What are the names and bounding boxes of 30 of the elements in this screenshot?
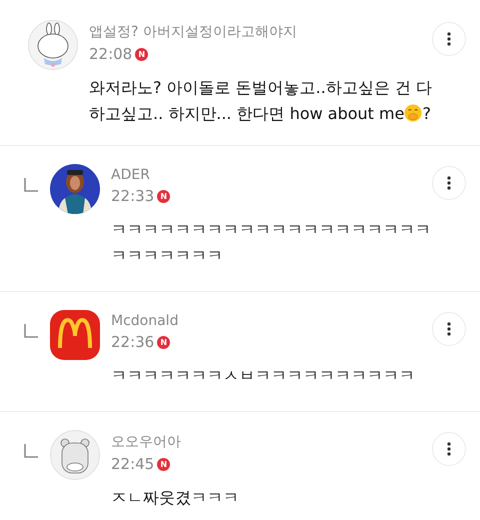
more-options-button[interactable] <box>432 166 466 200</box>
more-icon <box>447 442 451 456</box>
comment-text: ? <box>422 104 431 123</box>
new-badge: N <box>135 48 148 60</box>
comment-time: 22:36 <box>111 333 154 351</box>
comment-text: ㅋㅋㅋㅋㅋㅋㅋㅅㅂㅋㅋㅋㅋㅋㅋㅋㅋㅋㅋ <box>111 366 415 385</box>
comment-text: ㅈㄴ짜웃겼ㅋㅋㅋ <box>111 488 239 507</box>
more-icon <box>447 176 451 190</box>
author-name[interactable]: ADER <box>111 167 150 183</box>
comment-text: 와저라노? 아이돌로 돈벌어놓고..하고싶은 건 다 <box>89 77 432 99</box>
avatar <box>50 310 100 360</box>
author-name[interactable]: Mcdonald <box>111 313 178 329</box>
comment-time: 22:08 <box>89 45 132 63</box>
author-name[interactable]: 앱설정? 아버지설정이라고해야지 <box>89 23 297 41</box>
new-badge: N <box>157 336 170 348</box>
more-icon <box>447 32 451 46</box>
author-name[interactable]: 오오우어아 <box>111 433 181 451</box>
avatar <box>28 20 78 70</box>
more-icon <box>447 322 451 336</box>
comment-text: ㅋㅋㅋㅋㅋㅋㅋㅋㅋㅋㅋㅋㅋㅋㅋㅋㅋㅋㅋㅋㅋㅋㅋㅋㅋㅋㅋ <box>111 220 431 265</box>
comment-time: 22:33 <box>111 187 154 205</box>
more-options-button[interactable] <box>432 312 466 346</box>
emoji-icon <box>404 104 422 122</box>
new-badge: N <box>157 190 170 202</box>
more-options-button[interactable] <box>432 432 466 466</box>
more-options-button[interactable] <box>432 22 466 56</box>
comment-time: 22:45 <box>111 455 154 473</box>
comment-text: 하고싶고.. 하지만... 한다면 how about me <box>89 104 404 123</box>
avatar <box>50 430 100 480</box>
new-badge: N <box>157 458 170 470</box>
